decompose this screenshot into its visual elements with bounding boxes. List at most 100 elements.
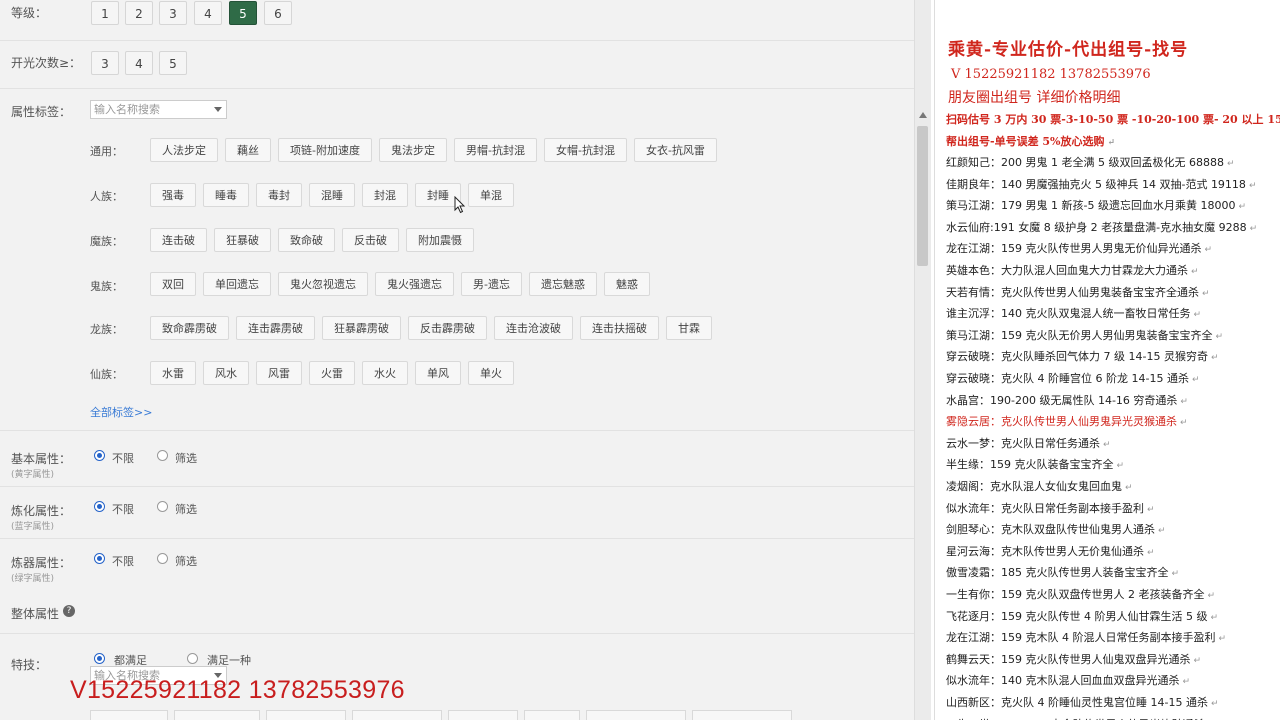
- level-option-6[interactable]: 6: [264, 1, 292, 25]
- tag-button[interactable]: 狂暴破: [214, 228, 271, 252]
- lianhua-unlimited-radio[interactable]: [94, 501, 105, 512]
- tag-button[interactable]: 女衣-抗风雷: [633, 138, 717, 162]
- lianqi-attr-label: 炼器属性：: [11, 556, 72, 570]
- notes-item: 雾隐云居：克火队传世男人仙男鬼异光灵猴通杀 ↵: [946, 413, 1188, 429]
- divider: [0, 430, 914, 431]
- tag-button[interactable]: 连击破: [150, 228, 207, 252]
- lianhua-unlimited-label: 不限: [112, 503, 134, 516]
- tag-group-label-demon: 魔族：: [90, 235, 123, 248]
- tag-button[interactable]: 单火: [468, 361, 514, 385]
- tag-button[interactable]: 封混: [362, 183, 408, 207]
- level-option-2[interactable]: 2: [125, 1, 153, 25]
- teji-tag-row-partial: [90, 710, 800, 720]
- level-option-4[interactable]: 4: [194, 1, 222, 25]
- tag-button[interactable]: 睡毒: [203, 183, 249, 207]
- basic-filter-radio[interactable]: [157, 450, 168, 461]
- tag-button[interactable]: 单混: [468, 183, 514, 207]
- tag-button[interactable]: 反击破: [342, 228, 399, 252]
- level-option-1[interactable]: 1: [91, 1, 119, 25]
- tag-button[interactable]: 单风: [415, 361, 461, 385]
- teji-any-radio[interactable]: [187, 653, 198, 664]
- notes-item: 山西新区：克火队 4 阶睡仙灵性鬼宫位睡 14-15 通杀 ↵: [946, 694, 1219, 710]
- tag-button[interactable]: 毒封: [256, 183, 302, 207]
- divider: [0, 88, 914, 89]
- notes-item-text: 龙在江湖：159 克木队 4 阶混人日常任务副本接手盈利: [946, 631, 1216, 645]
- tag-button[interactable]: 反击霹雳破: [408, 316, 487, 340]
- help-icon[interactable]: ?: [63, 605, 75, 617]
- scrollbar-thumb[interactable]: [917, 126, 928, 266]
- kaiguang-option-4[interactable]: 4: [125, 51, 153, 75]
- notes-item: 剑胆琴心：克木队双盘队传世仙鬼男人通杀 ↵: [946, 521, 1166, 537]
- tag-button[interactable]: 魅惑: [603, 272, 650, 296]
- notes-item: 似水流年：140 克木队混人回血血双盘异光通杀 ↵: [946, 672, 1190, 688]
- paragraph-mark-icon: ↵: [1158, 526, 1166, 537]
- all-tags-link[interactable]: 全部标签>>: [90, 404, 152, 420]
- tag-button[interactable]: 附加震慑: [406, 228, 474, 252]
- notes-item-text: 飞花逐月：159 克火队传世 4 阶男人仙甘霖生活 5 级: [946, 609, 1208, 623]
- kaiguang-option-5[interactable]: 5: [159, 51, 187, 75]
- scroll-up-icon[interactable]: [919, 112, 927, 118]
- tag-button[interactable]: 狂暴霹雳破: [322, 316, 401, 340]
- paragraph-mark-icon: ↵: [1180, 396, 1188, 407]
- lianqi-unlimited-label: 不限: [112, 555, 134, 568]
- overlay-phone-text: V15225921182 13782553976: [70, 676, 405, 704]
- paragraph-mark-icon: ↵: [1147, 547, 1155, 558]
- paragraph-mark-icon: ↵: [1193, 310, 1202, 321]
- tag-row-common: 人法步定 藕丝 项链-附加速度 鬼法步定 男帽-抗封混 女帽-抗封混 女衣-抗风雷: [150, 138, 724, 162]
- tag-button[interactable]: 连击霹雳破: [236, 316, 315, 340]
- tag-button[interactable]: 藕丝: [225, 138, 271, 162]
- notes-item-text: 策马江湖：179 男鬼 1 新孩-5 级遗忘回血水月乘黄 18000: [946, 199, 1236, 213]
- tag-button[interactable]: 项链-附加速度: [278, 138, 372, 162]
- level-option-3[interactable]: 3: [159, 1, 187, 25]
- tag-button[interactable]: 鬼火强遗忘: [375, 272, 454, 296]
- lianqi-filter-radio[interactable]: [157, 553, 168, 564]
- tag-button[interactable]: 风雷: [256, 361, 302, 385]
- notes-item-text: 傲雪凌霜：185 克火队传世男人装备宝宝齐全: [946, 566, 1169, 580]
- tag-button[interactable]: 水火: [362, 361, 408, 385]
- level-label: 等级：: [11, 6, 48, 20]
- tag-button[interactable]: 鬼火忽视遗忘: [278, 272, 368, 296]
- tag-button[interactable]: 强毒: [150, 183, 196, 207]
- tag-button[interactable]: 男帽-抗封混: [453, 138, 537, 162]
- tag-button[interactable]: 火雷: [309, 361, 355, 385]
- notes-item: 飞花逐月：159 克火队传世 4 阶男人仙甘霖生活 5 级 ↵: [946, 608, 1218, 624]
- notes-item: 佳期良年：140 男魔强抽克火 5 级神兵 14 双抽-范式 19118 ↵: [946, 176, 1256, 192]
- tag-button[interactable]: 连击扶摇破: [580, 316, 659, 340]
- attr-tag-search-select[interactable]: 输入名称搜索: [90, 100, 227, 119]
- paragraph-mark-icon: ↵: [1226, 159, 1235, 169]
- tag-button[interactable]: 甘霖: [666, 316, 712, 340]
- basic-unlimited-radio[interactable]: [94, 450, 105, 461]
- tag-button[interactable]: 混睡: [309, 183, 355, 207]
- notes-item: 龙在江湖：159 克火队传世男人男鬼无价仙异光通杀 ↵: [946, 240, 1212, 256]
- lianhua-filter-label: 筛选: [175, 503, 197, 516]
- tag-button[interactable]: 女帽-抗封混: [543, 138, 627, 162]
- tag-button[interactable]: 遗忘魅惑: [528, 272, 597, 296]
- lianqi-unlimited-radio[interactable]: [94, 553, 105, 564]
- tag-button[interactable]: 双回: [150, 272, 196, 296]
- tag-button[interactable]: 风水: [203, 361, 249, 385]
- tag-button[interactable]: 单回遗忘: [203, 272, 271, 296]
- tag-button[interactable]: 男-遗忘: [461, 272, 522, 296]
- level-option-5-selected[interactable]: 5: [229, 1, 257, 25]
- notes-item: 傲雪凌霜：185 克火队传世男人装备宝宝齐全 ↵: [946, 564, 1179, 580]
- vertical-scrollbar[interactable]: [914, 0, 931, 720]
- paragraph-mark-icon: ↵: [1103, 439, 1111, 450]
- notes-item-text: 似水流年：克火队日常任务副本接手盈利: [946, 501, 1144, 515]
- notes-price-line: 扫码估号 3 万内 30 票-3-10-50 票 -10-20-100 票- 2…: [946, 113, 1280, 126]
- tag-button[interactable]: 鬼法步定: [378, 138, 447, 162]
- notes-item-text: 龙在江湖：159 克火队传世男人男鬼无价仙异光通杀: [946, 242, 1202, 256]
- tag-button[interactable]: 致命霹雳破: [150, 316, 229, 340]
- lianhua-attr-label: 炼化属性：: [11, 504, 72, 518]
- tag-button[interactable]: 连击沧波破: [494, 316, 573, 340]
- overall-attr-label: 整体属性: [11, 607, 60, 621]
- tag-button[interactable]: 水雷: [150, 361, 196, 385]
- basic-unlimited-label: 不限: [112, 452, 134, 465]
- lianhua-attr-sublabel: (蓝字属性): [11, 522, 55, 532]
- tag-button[interactable]: 人法步定: [150, 138, 218, 162]
- kaiguang-option-3[interactable]: 3: [91, 51, 119, 75]
- tag-button[interactable]: 致命破: [278, 228, 335, 252]
- teji-all-radio[interactable]: [94, 653, 105, 664]
- paragraph-mark-icon: ↵: [1191, 375, 1200, 385]
- lianhua-filter-radio[interactable]: [157, 501, 168, 512]
- notes-item: 英雄本色：大力队混人回血鬼大力甘霖龙大力通杀 ↵: [946, 262, 1199, 278]
